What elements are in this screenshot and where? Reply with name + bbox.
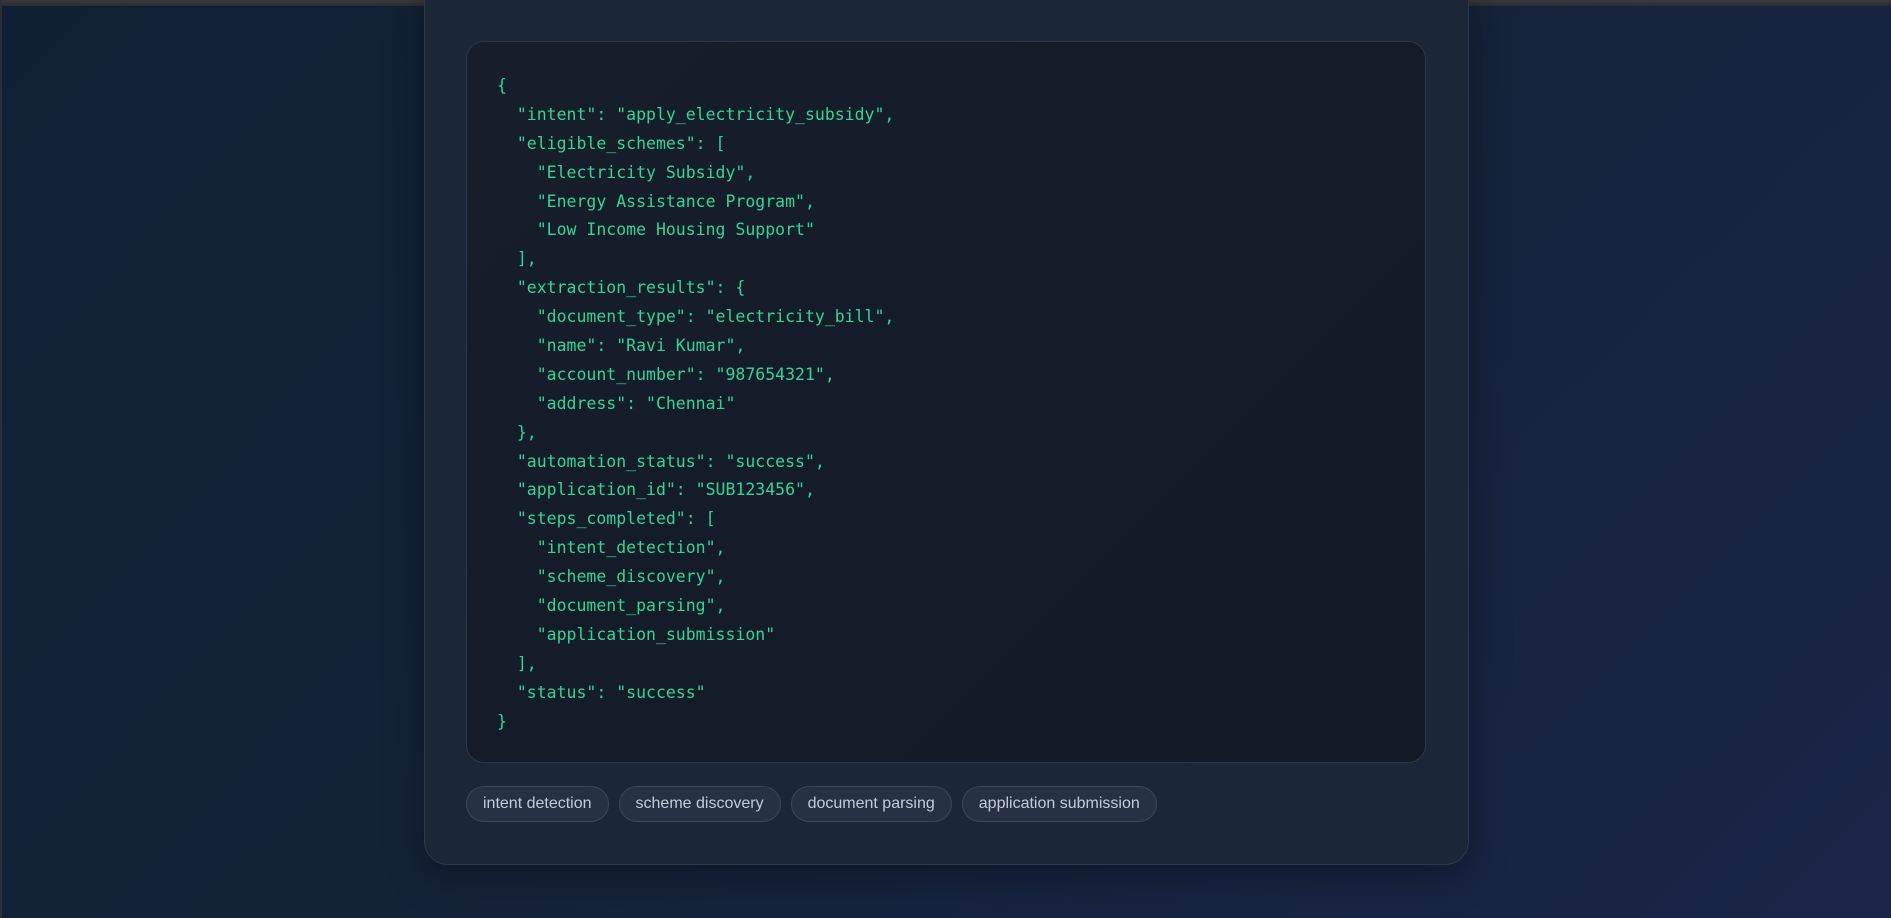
step-chip-intent-detection[interactable]: intent detection bbox=[466, 786, 609, 822]
code-line: "Electricity Subsidy", bbox=[497, 162, 756, 182]
code-line: "document_parsing", bbox=[497, 596, 726, 616]
code-line: { bbox=[497, 76, 507, 95]
code-line: ], bbox=[497, 249, 537, 269]
code-line: "intent_detection", bbox=[497, 538, 726, 558]
step-chip-scheme-discovery[interactable]: scheme discovery bbox=[618, 786, 781, 822]
code-line: }, bbox=[497, 422, 537, 442]
json-output-panel: { "intent": "apply_electricity_subsidy",… bbox=[466, 41, 1426, 763]
step-chip-application-submission[interactable]: application submission bbox=[961, 786, 1157, 822]
code-line: "application_id": "SUB123456", bbox=[497, 480, 815, 500]
code-line: "document_type": "electricity_bill", bbox=[497, 307, 895, 327]
code-line: "scheme_discovery", bbox=[497, 567, 726, 587]
code-line: "intent": "apply_electricity_subsidy", bbox=[497, 104, 895, 124]
code-line: "steps_completed": [ bbox=[497, 509, 716, 529]
code-line: "eligible_schemes": [ bbox=[497, 133, 726, 153]
code-line: "account_number": "987654321", bbox=[497, 364, 835, 384]
code-line: "status": "success" bbox=[497, 682, 706, 702]
code-line: "name": "Ravi Kumar", bbox=[497, 336, 746, 356]
window-left-edge bbox=[0, 0, 2, 918]
code-line: "address": "Chennai" bbox=[497, 393, 736, 413]
code-line: } bbox=[497, 711, 507, 731]
code-line: "application_submission" bbox=[497, 624, 776, 644]
result-card: { "intent": "apply_electricity_subsidy",… bbox=[424, 0, 1469, 865]
step-chip-document-parsing[interactable]: document parsing bbox=[790, 786, 952, 822]
code-line: "Low Income Housing Support" bbox=[497, 220, 815, 240]
steps-chip-list: intent detection scheme discovery docume… bbox=[466, 786, 1157, 822]
code-line: ], bbox=[497, 653, 537, 673]
code-line: "Energy Assistance Program", bbox=[497, 191, 815, 211]
code-line: "extraction_results": { bbox=[497, 278, 746, 298]
code-line: "automation_status": "success", bbox=[497, 451, 825, 471]
json-output-code: { "intent": "apply_electricity_subsidy",… bbox=[497, 72, 1425, 736]
